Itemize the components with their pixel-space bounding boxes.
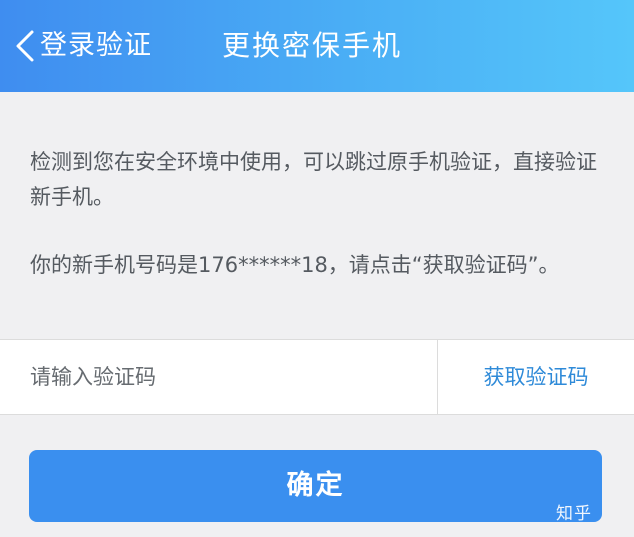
- notice-text: 检测到您在安全环境中使用，可以跳过原手机验证，直接验证新手机。 你的新手机号码是…: [30, 145, 610, 283]
- notice-paragraph-1: 检测到您在安全环境中使用，可以跳过原手机验证，直接验证新手机。: [30, 150, 597, 209]
- notice-paragraph-2: 你的新手机号码是176******18，请点击“获取验证码”。: [30, 253, 560, 277]
- header-bar: 登录验证 更换密保手机: [0, 0, 634, 92]
- confirm-button[interactable]: 确定: [29, 450, 602, 522]
- watermark: 知乎: [556, 504, 592, 524]
- verification-code-input[interactable]: [0, 340, 437, 414]
- page-title: 更换密保手机: [222, 29, 403, 62]
- verification-code-row: 获取验证码: [0, 339, 634, 415]
- back-button[interactable]: 登录验证: [14, 24, 152, 68]
- back-label: 登录验证: [40, 30, 152, 61]
- get-code-button[interactable]: 获取验证码: [438, 340, 634, 414]
- chevron-left-icon: [16, 30, 34, 62]
